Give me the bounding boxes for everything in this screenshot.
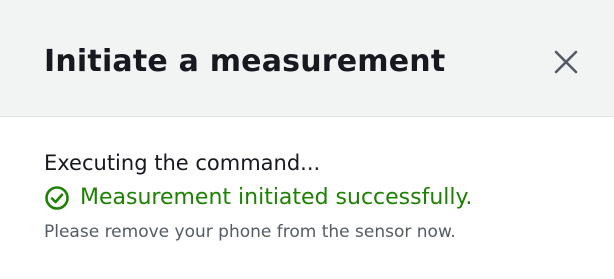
close-button[interactable] [548,44,584,80]
measurement-dialog: Initiate a measurement Executing the com… [0,0,614,279]
success-text: Measurement initiated successfully. [80,185,473,210]
status-text: Executing the command... [44,151,321,175]
dialog-title: Initiate a measurement [44,44,446,79]
close-icon [548,44,584,80]
check-circle-icon [44,185,70,211]
hint-text: Please remove your phone from the sensor… [44,222,456,242]
success-message: Measurement initiated successfully. [44,183,472,213]
dialog-header: Initiate a measurement [0,0,614,117]
dialog-body: Executing the command... Measurement ini… [0,117,614,279]
